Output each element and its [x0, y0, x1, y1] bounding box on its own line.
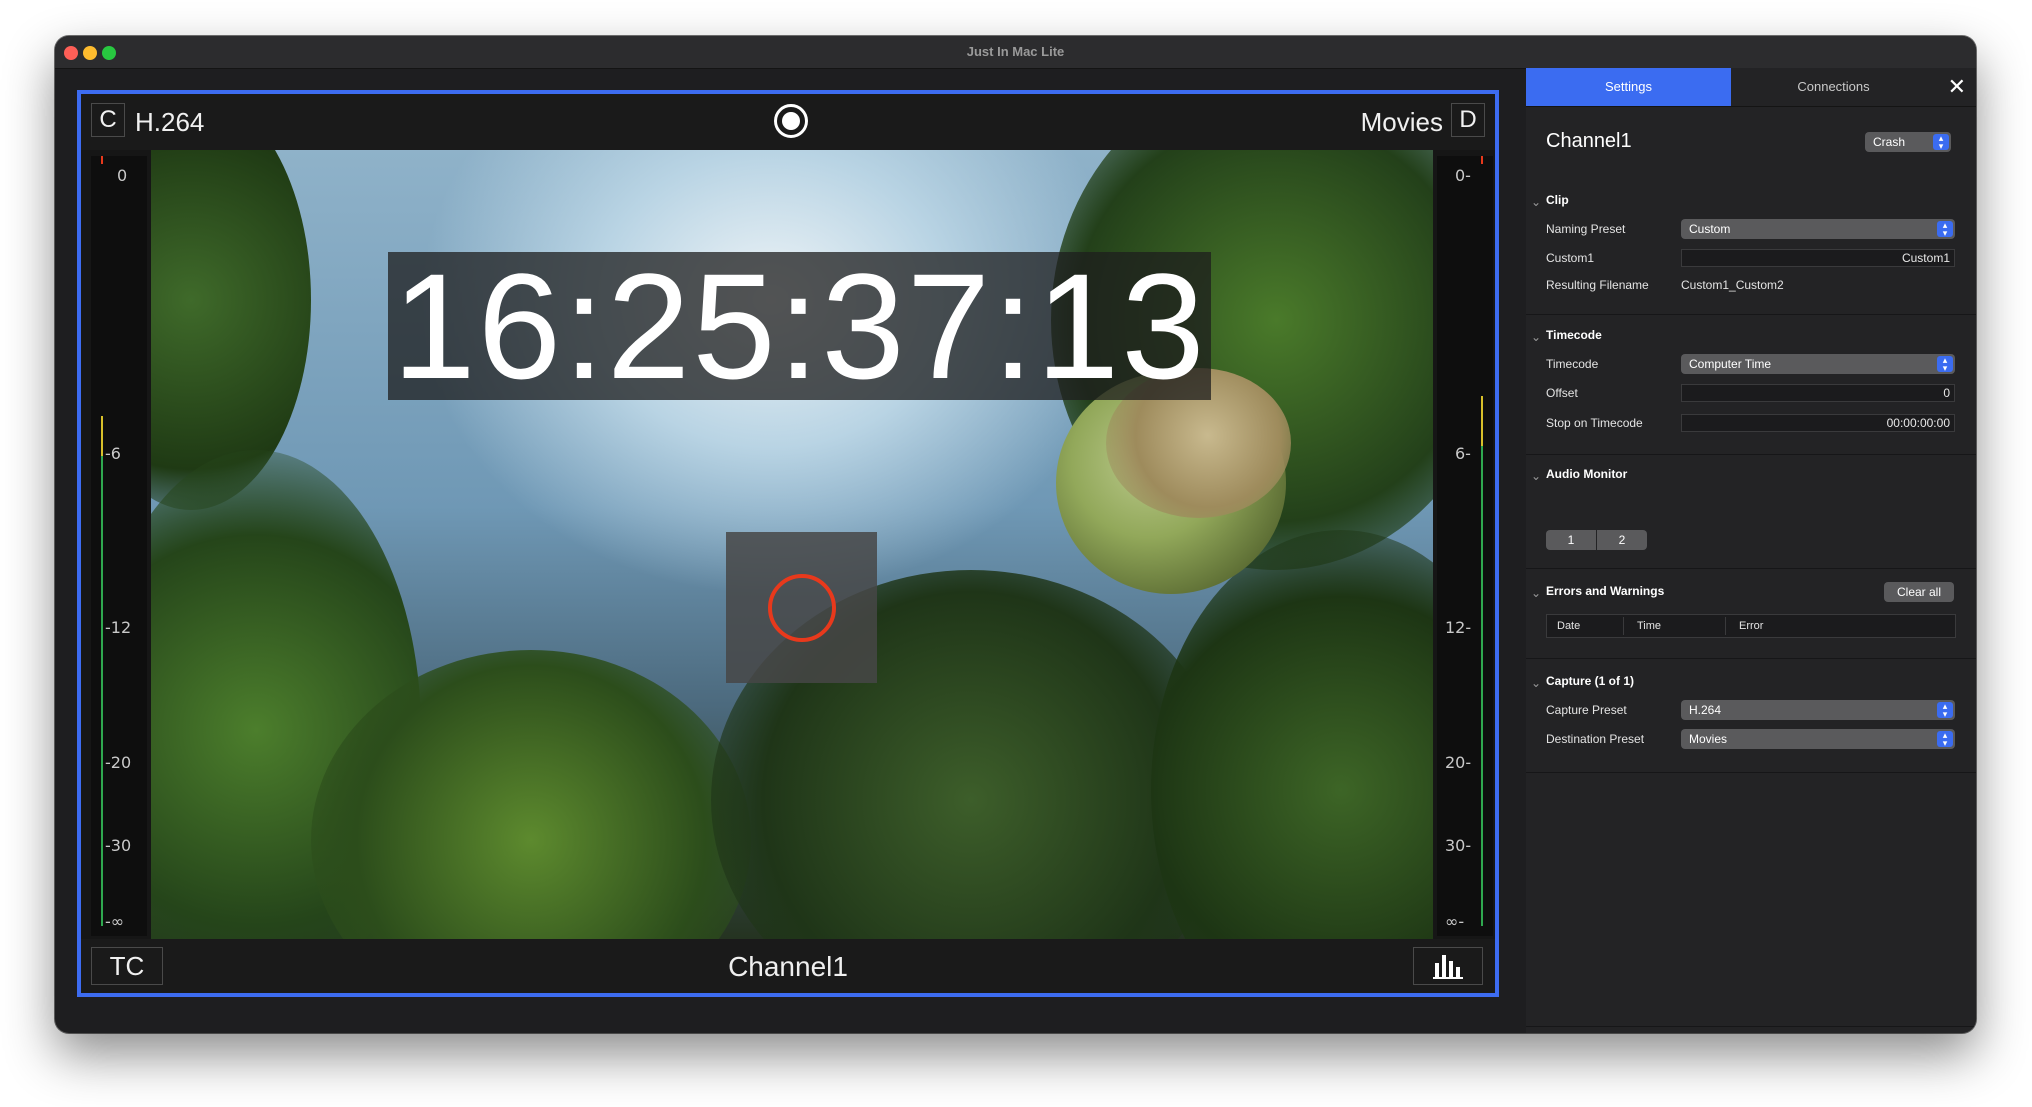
naming-preset-popup[interactable]: Custom ▴ ▾ [1681, 219, 1955, 239]
destination-preset-label: Destination Preset [1546, 732, 1645, 746]
meter-right-tick-inf: ∞- [1445, 912, 1465, 931]
errors-table[interactable]: Date Time Error [1546, 614, 1956, 638]
preview-top-bar: C H.264 Movies D [81, 94, 1495, 150]
chevron-updown-icon: ▴ ▾ [1937, 702, 1953, 719]
chevron-updown-icon: ▴ ▾ [1937, 221, 1953, 238]
tab-settings[interactable]: Settings [1526, 68, 1731, 106]
column-error[interactable]: Error [1739, 620, 1763, 632]
stop-on-timecode-field[interactable]: 00:00:00:00 [1681, 414, 1955, 432]
capture-corner-button[interactable]: C [91, 103, 125, 137]
channel-title: Channel1 [728, 951, 848, 982]
section-errors-warnings[interactable]: Errors and Warnings [1546, 584, 1664, 598]
meter-tick-inf: -∞ [105, 912, 125, 931]
destination-corner-button[interactable]: D [1451, 103, 1485, 137]
resulting-filename-label: Resulting Filename [1546, 278, 1649, 292]
audio-meter-icon[interactable] [1413, 947, 1483, 985]
destination-label: Movies [1360, 107, 1443, 137]
audio-meter-right: 0- 6- 12- 20- 30- ∞- [1437, 156, 1493, 936]
tab-connections[interactable]: Connections [1731, 68, 1936, 106]
column-date[interactable]: Date [1557, 620, 1580, 632]
chevron-updown-icon: ▴ ▾ [1937, 731, 1953, 748]
naming-preset-label: Naming Preset [1546, 222, 1626, 236]
settings-panel: Settings Connections ✕ Channel1 Crash ▴ ▾… [1526, 68, 1976, 1033]
stop-on-timecode-label: Stop on Timecode [1546, 416, 1643, 430]
record-overlay-icon[interactable] [726, 532, 877, 683]
resulting-filename-value: Custom1_Custom2 [1681, 278, 1784, 292]
chevron-down-icon[interactable]: ⌄ [1531, 676, 1541, 690]
clear-all-button[interactable]: Clear all [1884, 582, 1954, 602]
custom1-label: Custom1 [1546, 251, 1595, 265]
channel-preview[interactable]: C H.264 Movies D 16:25:37:13 0 -6 -12 -2… [77, 90, 1499, 997]
chevron-down-icon[interactable]: ⌄ [1531, 330, 1541, 344]
meter-right-tick-6: 6- [1455, 444, 1471, 463]
capture-preset-label: Capture Preset [1546, 703, 1627, 717]
chevron-updown-icon: ▴ ▾ [1933, 134, 1949, 151]
chevron-down-icon[interactable]: ⌄ [1531, 469, 1541, 483]
meter-right-tick-20: 20- [1445, 753, 1472, 772]
meter-right-tick-30: 30- [1445, 836, 1472, 855]
audio-channel-1-button[interactable]: 1 [1546, 530, 1596, 550]
section-timecode[interactable]: Timecode [1546, 328, 1602, 342]
audio-meter-left: 0 -6 -12 -20 -30 -∞ [91, 156, 147, 936]
panel-tabs: Settings Connections ✕ [1526, 68, 1976, 107]
codec-label: H.264 [135, 107, 205, 137]
channel-name: Channel1 [1546, 130, 1632, 152]
meter-right-tick-0: 0- [1455, 166, 1471, 185]
chevron-down-icon[interactable]: ⌄ [1531, 586, 1541, 600]
title-bar: Just In Mac Lite [55, 36, 1976, 69]
channel-menu-popup[interactable]: Crash ▴ ▾ [1865, 132, 1951, 152]
timecode-label: Timecode [1546, 357, 1599, 371]
offset-field[interactable]: 0 [1681, 384, 1955, 402]
section-capture[interactable]: Capture (1 of 1) [1546, 674, 1634, 688]
section-audio-monitor[interactable]: Audio Monitor [1546, 467, 1627, 481]
timecode-overlay: 16:25:37:13 [388, 251, 1211, 401]
section-clip[interactable]: Clip [1546, 193, 1569, 207]
offset-label: Offset [1546, 386, 1578, 400]
window-title: Just In Mac Lite [966, 44, 1065, 59]
column-time[interactable]: Time [1637, 620, 1661, 632]
chevron-down-icon[interactable]: ⌄ [1531, 195, 1541, 209]
destination-preset-popup[interactable]: Movies ▴ ▾ [1681, 729, 1955, 749]
meter-right-tick-12: 12- [1445, 618, 1472, 637]
meter-tick-6: -6 [105, 444, 121, 463]
capture-preset-popup[interactable]: H.264 ▴ ▾ [1681, 700, 1955, 720]
timecode-popup[interactable]: Computer Time ▴ ▾ [1681, 354, 1955, 374]
meter-tick-0: 0 [117, 166, 128, 185]
app-window: Just In Mac Lite C H.264 Movies D 16:25:… [55, 36, 1976, 1033]
custom1-field[interactable]: Custom1 [1681, 249, 1955, 267]
meter-tick-30: -30 [105, 836, 132, 855]
meter-tick-12: -12 [105, 618, 132, 637]
audio-channel-2-button[interactable]: 2 [1597, 530, 1647, 550]
record-icon[interactable] [774, 104, 808, 138]
close-icon[interactable]: ✕ [1948, 74, 1966, 100]
preview-bottom-bar: TC Channel1 [81, 939, 1495, 993]
chevron-updown-icon: ▴ ▾ [1937, 356, 1953, 373]
meter-tick-20: -20 [105, 753, 132, 772]
